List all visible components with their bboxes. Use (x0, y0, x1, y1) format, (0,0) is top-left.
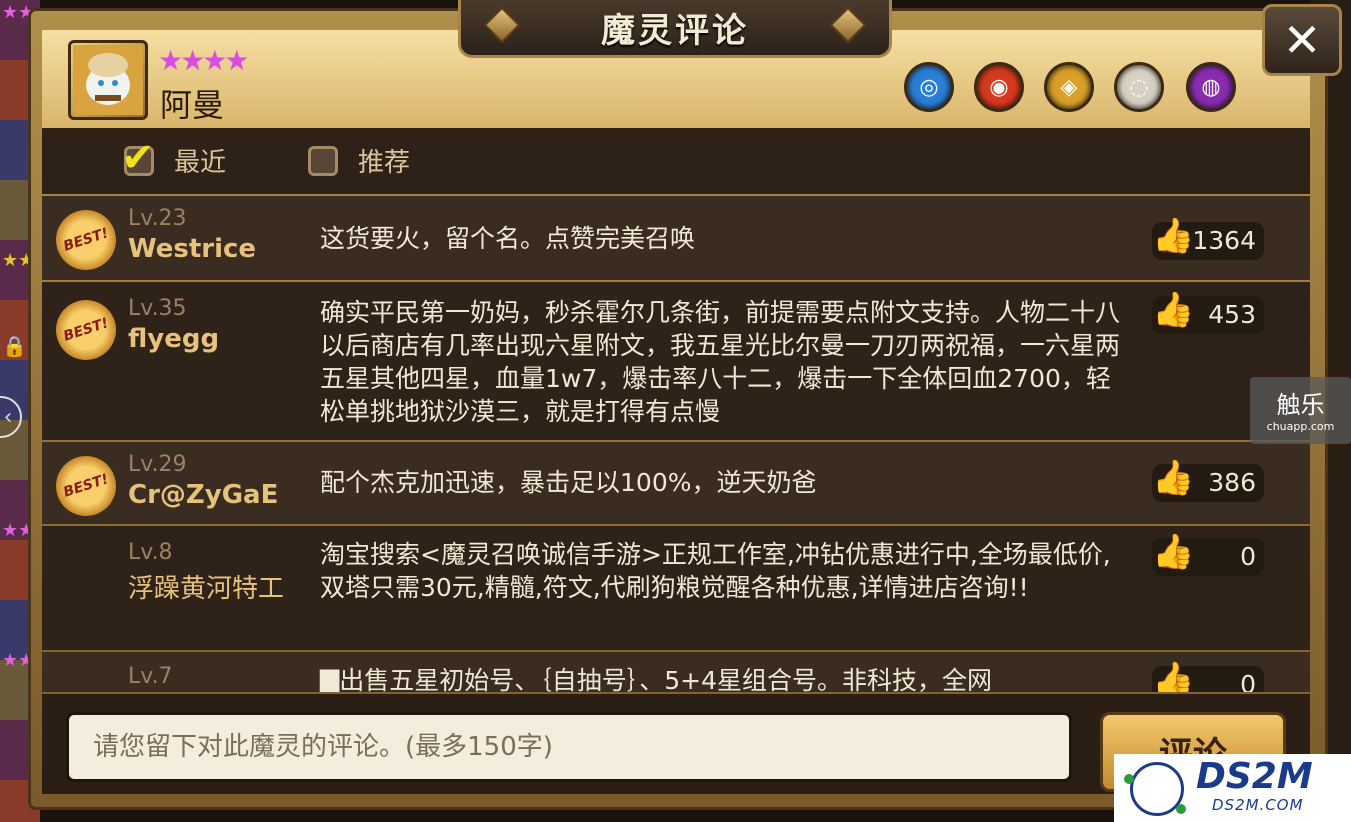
like-button[interactable]: 👍 453 (1152, 290, 1264, 334)
ornament-icon (829, 6, 867, 44)
thumbs-up-icon: 👍 (1152, 216, 1195, 256)
comment-user-level: Lv.23 (128, 206, 187, 231)
comment-row: Lv.7 ▇出售五星初始号、｛自抽号｝、5+4星组合号。非科技，全网 👍 0 (42, 652, 1310, 692)
like-button[interactable]: 👍 0 (1152, 660, 1264, 692)
title-plaque: 魔灵评论 (458, 0, 892, 58)
thumbs-up-icon: 👍 (1152, 660, 1195, 692)
comment-text: 确实平民第一奶妈，秒杀霍尔几条街，前提需要点附文支持。人物二十八以后商店有几率出… (320, 298, 1121, 426)
ds2m-logo-dot (1176, 804, 1186, 814)
best-badge-label: BEST! (61, 225, 111, 255)
like-count: 453 (1208, 300, 1256, 329)
best-badge-icon: BEST! (48, 448, 124, 524)
comment-text: ▇出售五星初始号、｛自抽号｝、5+4星组合号。非科技，全网 (320, 666, 992, 692)
ds2m-logo-dot (1124, 774, 1134, 784)
monster-avatar (68, 40, 148, 120)
comment-row: BEST! Lv.29 Cr@ZyGaE 配个杰克加迅速，暴击足以100%，逆天奶爸 👍… (42, 442, 1310, 524)
best-badge-icon: BEST! (48, 292, 124, 368)
element-water-icon[interactable]: ◎ (904, 62, 954, 112)
comment-username[interactable]: 浮躁黄河特工 (128, 568, 284, 605)
like-button[interactable]: 👍 386 (1152, 458, 1264, 502)
filter-recommended-label: 推荐 (358, 148, 411, 178)
monster-name: 阿曼 (160, 86, 225, 124)
comment-user-level: Lv.29 (128, 452, 187, 477)
ds2m-watermark-title: DS2M (1196, 756, 1313, 797)
thumbs-up-icon: 👍 (1152, 290, 1195, 330)
comment-list[interactable]: BEST! Lv.23 Westrice 这货要火，留个名。点赞完美召唤 👍 1364 BE… (42, 196, 1310, 692)
comment-row: BEST! Lv.23 Westrice 这货要火，留个名。点赞完美召唤 👍 1364 (42, 196, 1310, 280)
recommended-checkbox[interactable] (308, 145, 338, 176)
comment-text: 配个杰克加迅速，暴击足以100%，逆天奶爸 (320, 468, 817, 497)
filter-bar: ✔ 最近 推荐 (42, 128, 1310, 194)
comment-user-level: Lv.8 (128, 540, 173, 565)
ds2m-watermark-url: DS2M.COM (1212, 796, 1304, 814)
element-dark-icon[interactable]: ◍ (1186, 62, 1236, 112)
element-wind-icon[interactable]: ◈ (1044, 62, 1094, 112)
ornament-icon (483, 6, 521, 44)
comment-username[interactable]: Cr@ZyGaE (128, 480, 278, 510)
like-count: 0 (1240, 670, 1256, 692)
like-count: 0 (1240, 542, 1256, 571)
element-fire-icon[interactable]: ◉ (974, 62, 1024, 112)
filter-recent-label: 最近 (174, 148, 227, 178)
chule-watermark-title: 触乐 (1276, 391, 1325, 419)
checkmark-icon: ✔ (121, 134, 155, 181)
close-icon: ✕ (1282, 13, 1322, 67)
best-badge-label: BEST! (61, 315, 111, 345)
best-badge-label: BEST! (61, 471, 111, 501)
close-button[interactable]: ✕ (1262, 4, 1342, 76)
comment-username[interactable]: Westrice (128, 234, 256, 264)
dialog-title: 魔灵评论 (601, 11, 749, 51)
chule-watermark: 触乐 chuapp.com (1250, 377, 1351, 444)
comment-row: Lv.8 浮躁黄河特工 淘宝搜索<魔灵召唤诚信手游>正规工作室,冲钻优惠进行中,全场… (42, 526, 1310, 650)
chule-watermark-url: chuapp.com (1266, 420, 1335, 433)
monster-portrait-icon (73, 45, 143, 115)
like-count: 1364 (1192, 226, 1256, 255)
comment-user-level: Lv.7 (128, 664, 173, 689)
thumbs-up-icon: 👍 (1152, 458, 1195, 498)
ds2m-watermark: DS2M DS2M.COM (1114, 754, 1351, 822)
comment-input[interactable] (66, 712, 1072, 782)
filter-recommended[interactable]: 推荐 (308, 142, 410, 179)
comment-text: 这货要火，留个名。点赞完美召唤 (320, 224, 696, 253)
element-light-icon[interactable]: ◌ (1114, 62, 1164, 112)
comment-username[interactable]: flyegg (128, 324, 219, 354)
like-button[interactable]: 👍 0 (1152, 532, 1264, 576)
filter-recent[interactable]: ✔ 最近 (121, 135, 227, 181)
comment-text: 淘宝搜索<魔灵召唤诚信手游>正规工作室,冲钻优惠进行中,全场最低价,双塔只需30… (320, 540, 1111, 602)
monster-stars: ★★★★ (158, 44, 249, 77)
comment-user-level: Lv.35 (128, 296, 187, 321)
comment-row: BEST! Lv.35 flyegg 确实平民第一奶妈，秒杀霍尔几条街，前提需要点附文… (42, 282, 1310, 440)
recent-checkbox[interactable]: ✔ (121, 135, 155, 181)
like-count: 386 (1208, 468, 1256, 497)
lock-icon: 🔒 (2, 334, 27, 358)
thumbs-up-icon: 👍 (1152, 532, 1195, 572)
best-badge-icon: BEST! (48, 202, 124, 278)
like-button[interactable]: 👍 1364 (1152, 216, 1264, 260)
